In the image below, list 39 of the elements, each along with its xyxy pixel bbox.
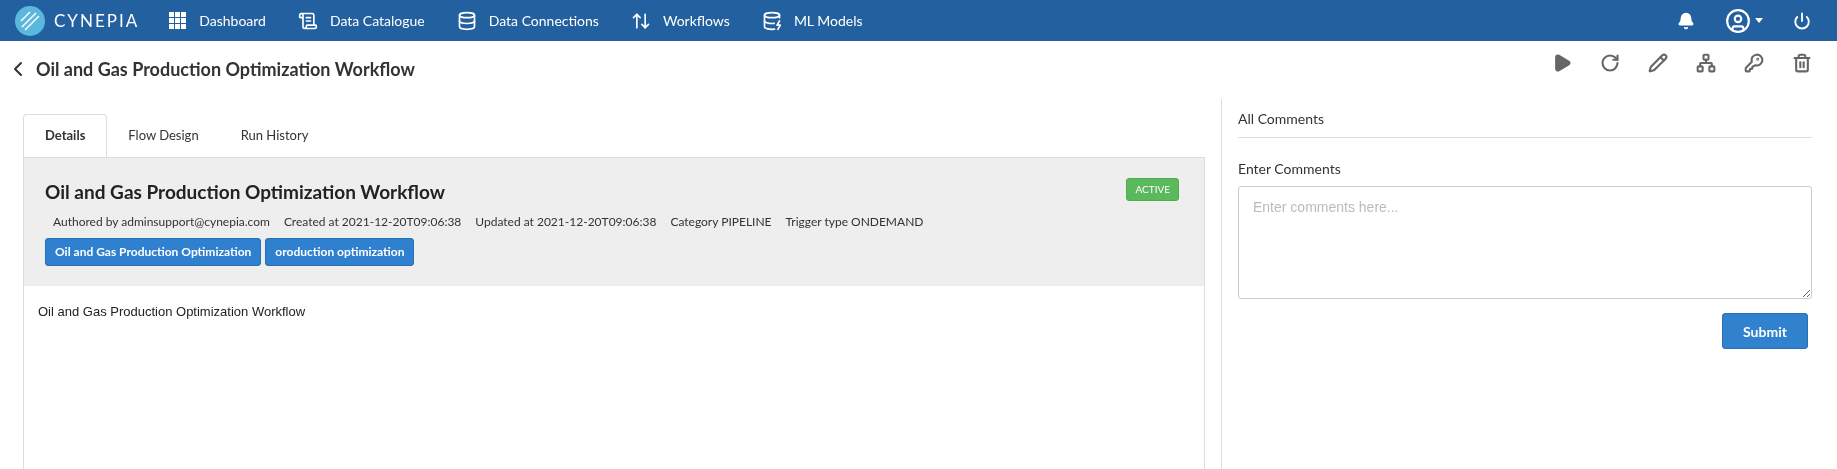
- tag[interactable]: Oil and Gas Production Optimization: [45, 237, 262, 266]
- workflow-title: Oil and Gas Production Optimization Workflow: [45, 179, 445, 205]
- brand-name: CYNEPIA: [54, 8, 140, 33]
- meta-text: Trigger type ONDEMAND: [785, 212, 924, 231]
- comment-field[interactable]: Enter comments here...: [1238, 186, 1812, 299]
- nav-link[interactable]: Data Catalogue: [297, 10, 425, 31]
- edit-icon[interactable]: [1648, 53, 1668, 73]
- comments-heading: All Comments: [1238, 99, 1812, 138]
- nav-link[interactable]: Data Connections: [456, 10, 599, 31]
- database-icon: [761, 10, 782, 31]
- description-text: Oil and Gas Production Optimization Workflow: [38, 303, 306, 319]
- tab[interactable]: Details: [23, 114, 108, 157]
- nav-link[interactable]: ML Models: [761, 10, 863, 31]
- page-title: Oil and Gas Production Optimization Workflow: [36, 56, 415, 82]
- refresh-icon[interactable]: [1600, 53, 1620, 73]
- nav-link[interactable]: Workflows: [630, 10, 730, 31]
- field-label: Enter Comments: [1238, 159, 1342, 179]
- nav-link[interactable]: Dashboard: [169, 10, 266, 31]
- tag[interactable]: oroduction optimization: [265, 237, 415, 266]
- play-icon[interactable]: [1552, 53, 1572, 73]
- user-icon[interactable]: [1725, 7, 1751, 34]
- meta-text: Category PIPELINE: [670, 212, 772, 231]
- power-icon[interactable]: [1793, 11, 1811, 30]
- network-icon[interactable]: [1696, 53, 1716, 73]
- tab[interactable]: Flow Design: [107, 114, 220, 157]
- key-icon[interactable]: [1744, 53, 1764, 73]
- status-badge: ACTIVE: [1126, 178, 1179, 201]
- meta-text: Created at 2021-12-20T09:06:38: [283, 212, 462, 231]
- delete-icon[interactable]: [1792, 53, 1812, 73]
- meta-text: Authored by adminsupport@cynepia.com: [53, 212, 270, 231]
- grid-icon: [169, 11, 188, 30]
- meta-text: Updated at 2021-12-20T09:06:38: [475, 212, 657, 231]
- tab[interactable]: Run History: [219, 114, 330, 157]
- database-icon: [456, 10, 477, 31]
- submit-button[interactable]: Submit: [1722, 313, 1808, 349]
- document-icon: [297, 10, 318, 31]
- logo-icon: [14, 4, 46, 37]
- bell-icon[interactable]: [1677, 11, 1695, 30]
- caret-icon[interactable]: [1755, 18, 1763, 23]
